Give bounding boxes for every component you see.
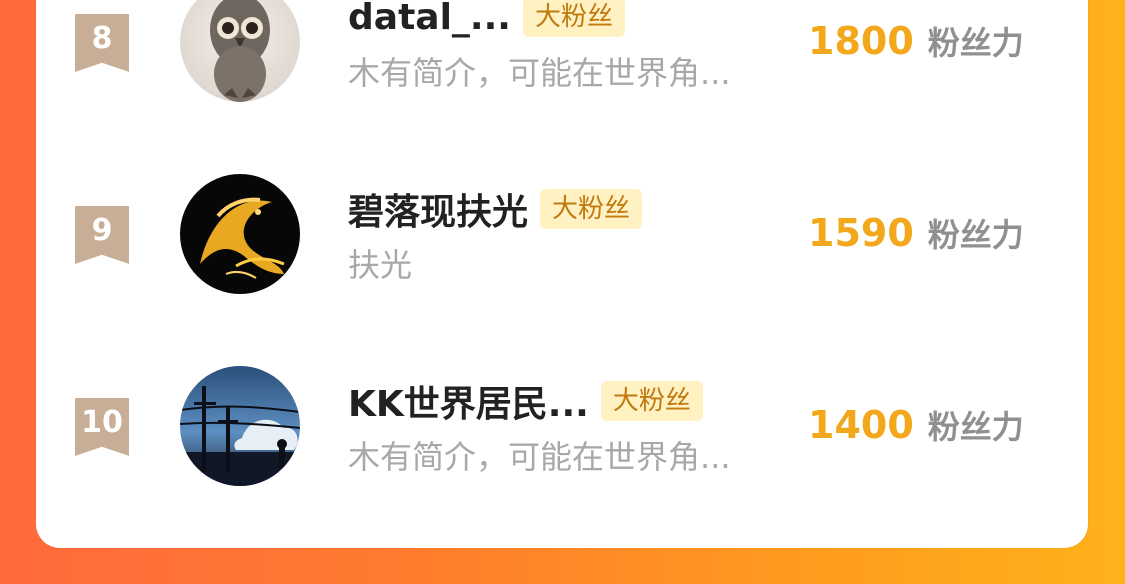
fan-level-badge: 大粉丝 [522, 0, 625, 37]
rank-number: 9 [91, 213, 113, 248]
owl-avatar-icon[interactable] [180, 0, 300, 102]
fan-power-score: 1400 粉丝力 [808, 402, 1024, 448]
rank-ribbon-icon: 8 [75, 14, 129, 72]
rank-ribbon-icon: 9 [75, 206, 129, 264]
score-value: 1400 [808, 403, 914, 447]
rank-number: 8 [91, 21, 113, 56]
fan-power-score: 1800 粉丝力 [808, 18, 1024, 64]
score-value: 1590 [808, 211, 914, 255]
user-description: 扶光 [348, 246, 413, 284]
leaderboard-row[interactable]: 9 碧落现扶光 大粉丝 扶光 1590 粉丝力 [36, 168, 1088, 298]
fan-power-score: 1590 粉丝力 [808, 210, 1024, 256]
fan-level-badge: 大粉丝 [540, 189, 643, 229]
score-unit: 粉丝力 [927, 408, 1024, 446]
sky-power-lines-avatar-icon[interactable] [180, 366, 300, 486]
owl-avatar-image [180, 0, 300, 102]
leaderboard-card: 8 datal_... 大粉丝 木有简介，可能在世界角... 1800 粉丝力 … [36, 0, 1088, 548]
user-name[interactable]: 碧落现扶光 [348, 183, 528, 235]
score-unit: 粉丝力 [927, 24, 1024, 62]
rank-ribbon-icon: 10 [75, 398, 129, 456]
sky-power-lines-avatar-image [180, 366, 300, 486]
rank-number: 10 [81, 405, 123, 440]
name-line: KK世界居民... 大粉丝 [348, 376, 703, 426]
user-name[interactable]: KK世界居民... [348, 375, 589, 427]
name-line: datal_... 大粉丝 [348, 0, 625, 42]
user-description: 木有简介，可能在世界角... [348, 438, 731, 476]
score-unit: 粉丝力 [927, 216, 1024, 254]
score-value: 1800 [808, 19, 914, 63]
fan-level-badge: 大粉丝 [600, 381, 703, 421]
user-name[interactable]: datal_... [348, 0, 511, 38]
dragon-avatar-image [180, 174, 300, 294]
user-description: 木有简介，可能在世界角... [348, 54, 731, 92]
leaderboard-row[interactable]: 8 datal_... 大粉丝 木有简介，可能在世界角... 1800 粉丝力 [36, 0, 1088, 106]
dragon-avatar-icon[interactable] [180, 174, 300, 294]
leaderboard-row[interactable]: 10 KK世界居民... 大粉丝 木有简介，可能在世界角... 1400 粉丝力 [36, 360, 1088, 490]
name-line: 碧落现扶光 大粉丝 [348, 183, 643, 235]
